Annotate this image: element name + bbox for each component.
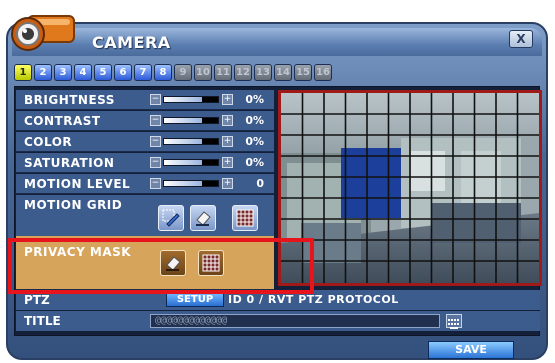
- window-title: CAMERA: [92, 33, 171, 52]
- minus-icon[interactable]: −: [150, 157, 161, 168]
- channel-tab-12[interactable]: 12: [234, 64, 252, 81]
- save-button[interactable]: SAVE: [428, 341, 514, 359]
- ptz-setup-button[interactable]: SETUP: [166, 293, 224, 307]
- title-label: TITLE: [24, 314, 61, 328]
- channel-tab-13[interactable]: 13: [254, 64, 272, 81]
- channel-tab-16[interactable]: 16: [314, 64, 332, 81]
- ptz-protocol-text: ID 0 / RVT PTZ PROTOCOL: [228, 293, 399, 306]
- color-label: COLOR: [24, 135, 73, 149]
- eraser-icon: [196, 211, 211, 226]
- saturation-row: SATURATION − + 0%: [16, 153, 274, 173]
- brightness-value: 0%: [245, 93, 264, 106]
- channel-tab-1[interactable]: 1: [14, 64, 32, 81]
- slider-track[interactable]: [163, 138, 219, 145]
- channel-tab-7[interactable]: 7: [134, 64, 152, 81]
- close-button[interactable]: X: [509, 30, 533, 48]
- motion-grid-draw-button[interactable]: [158, 205, 184, 231]
- motion-grid-row: MOTION GRID: [16, 195, 274, 237]
- keyboard-glyph: [448, 319, 459, 329]
- channel-tabs: 1 2 3 4 5 6 7 8 9 10 11 12 13 14 15 16: [14, 64, 332, 82]
- motion-level-value: 0: [256, 177, 264, 190]
- privacy-mask-highlight: [8, 238, 314, 294]
- slider-track[interactable]: [163, 180, 219, 187]
- minus-icon[interactable]: −: [150, 94, 161, 105]
- saturation-label: SATURATION: [24, 156, 115, 170]
- minus-icon[interactable]: −: [150, 115, 161, 126]
- brightness-row: BRIGHTNESS − + 0%: [16, 90, 274, 110]
- pencil-icon: [162, 209, 180, 227]
- channel-tab-2[interactable]: 2: [34, 64, 52, 81]
- title-input[interactable]: @@@@@@@@@@@@@: [150, 314, 440, 328]
- minus-icon[interactable]: −: [150, 178, 161, 189]
- plus-icon[interactable]: +: [222, 136, 233, 147]
- contrast-label: CONTRAST: [24, 114, 101, 128]
- saturation-value: 0%: [245, 156, 264, 169]
- brightness-label: BRIGHTNESS: [24, 93, 115, 107]
- channel-tab-14[interactable]: 14: [274, 64, 292, 81]
- motion-level-slider[interactable]: − +: [150, 178, 236, 189]
- contrast-row: CONTRAST − + 0%: [16, 111, 274, 131]
- channel-tab-9[interactable]: 9: [174, 64, 192, 81]
- camera-icon: [11, 15, 75, 51]
- motion-level-row: MOTION LEVEL − + 0: [16, 174, 274, 194]
- keyboard-icon[interactable]: [446, 314, 462, 329]
- title-row: TITLE @@@@@@@@@@@@@: [16, 311, 540, 331]
- motion-grid-select-all-button[interactable]: [232, 205, 258, 231]
- contrast-slider[interactable]: − +: [150, 115, 236, 126]
- minus-icon[interactable]: −: [150, 136, 161, 147]
- slider-track[interactable]: [163, 96, 219, 103]
- motion-grid-label: MOTION GRID: [24, 198, 123, 212]
- motion-grid-erase-button[interactable]: [190, 205, 216, 231]
- channel-tab-3[interactable]: 3: [54, 64, 72, 81]
- grid-icon: [236, 209, 254, 227]
- camera-preview-image: [281, 93, 539, 283]
- plus-icon[interactable]: +: [222, 178, 233, 189]
- saturation-slider[interactable]: − +: [150, 157, 236, 168]
- contrast-value: 0%: [245, 114, 264, 127]
- camera-preview[interactable]: [278, 90, 542, 286]
- color-value: 0%: [245, 135, 264, 148]
- motion-level-label: MOTION LEVEL: [24, 177, 131, 191]
- color-row: COLOR − + 0%: [16, 132, 274, 152]
- plus-icon[interactable]: +: [222, 157, 233, 168]
- slider-track[interactable]: [163, 159, 219, 166]
- channel-tab-8[interactable]: 8: [154, 64, 172, 81]
- channel-tab-5[interactable]: 5: [94, 64, 112, 81]
- ptz-label: PTZ: [24, 293, 50, 307]
- channel-tab-4[interactable]: 4: [74, 64, 92, 81]
- color-slider[interactable]: − +: [150, 136, 236, 147]
- channel-tab-15[interactable]: 15: [294, 64, 312, 81]
- plus-icon[interactable]: +: [222, 94, 233, 105]
- channel-tab-6[interactable]: 6: [114, 64, 132, 81]
- brightness-slider[interactable]: − +: [150, 94, 236, 105]
- channel-tab-11[interactable]: 11: [214, 64, 232, 81]
- plus-icon[interactable]: +: [222, 115, 233, 126]
- slider-track[interactable]: [163, 117, 219, 124]
- channel-tab-10[interactable]: 10: [194, 64, 212, 81]
- camera-settings-window: CAMERA X 1 2 3 4 5 6 7 8 9 10 11 12 13 14 15 16 BRIGHTN…: [0, 0, 555, 363]
